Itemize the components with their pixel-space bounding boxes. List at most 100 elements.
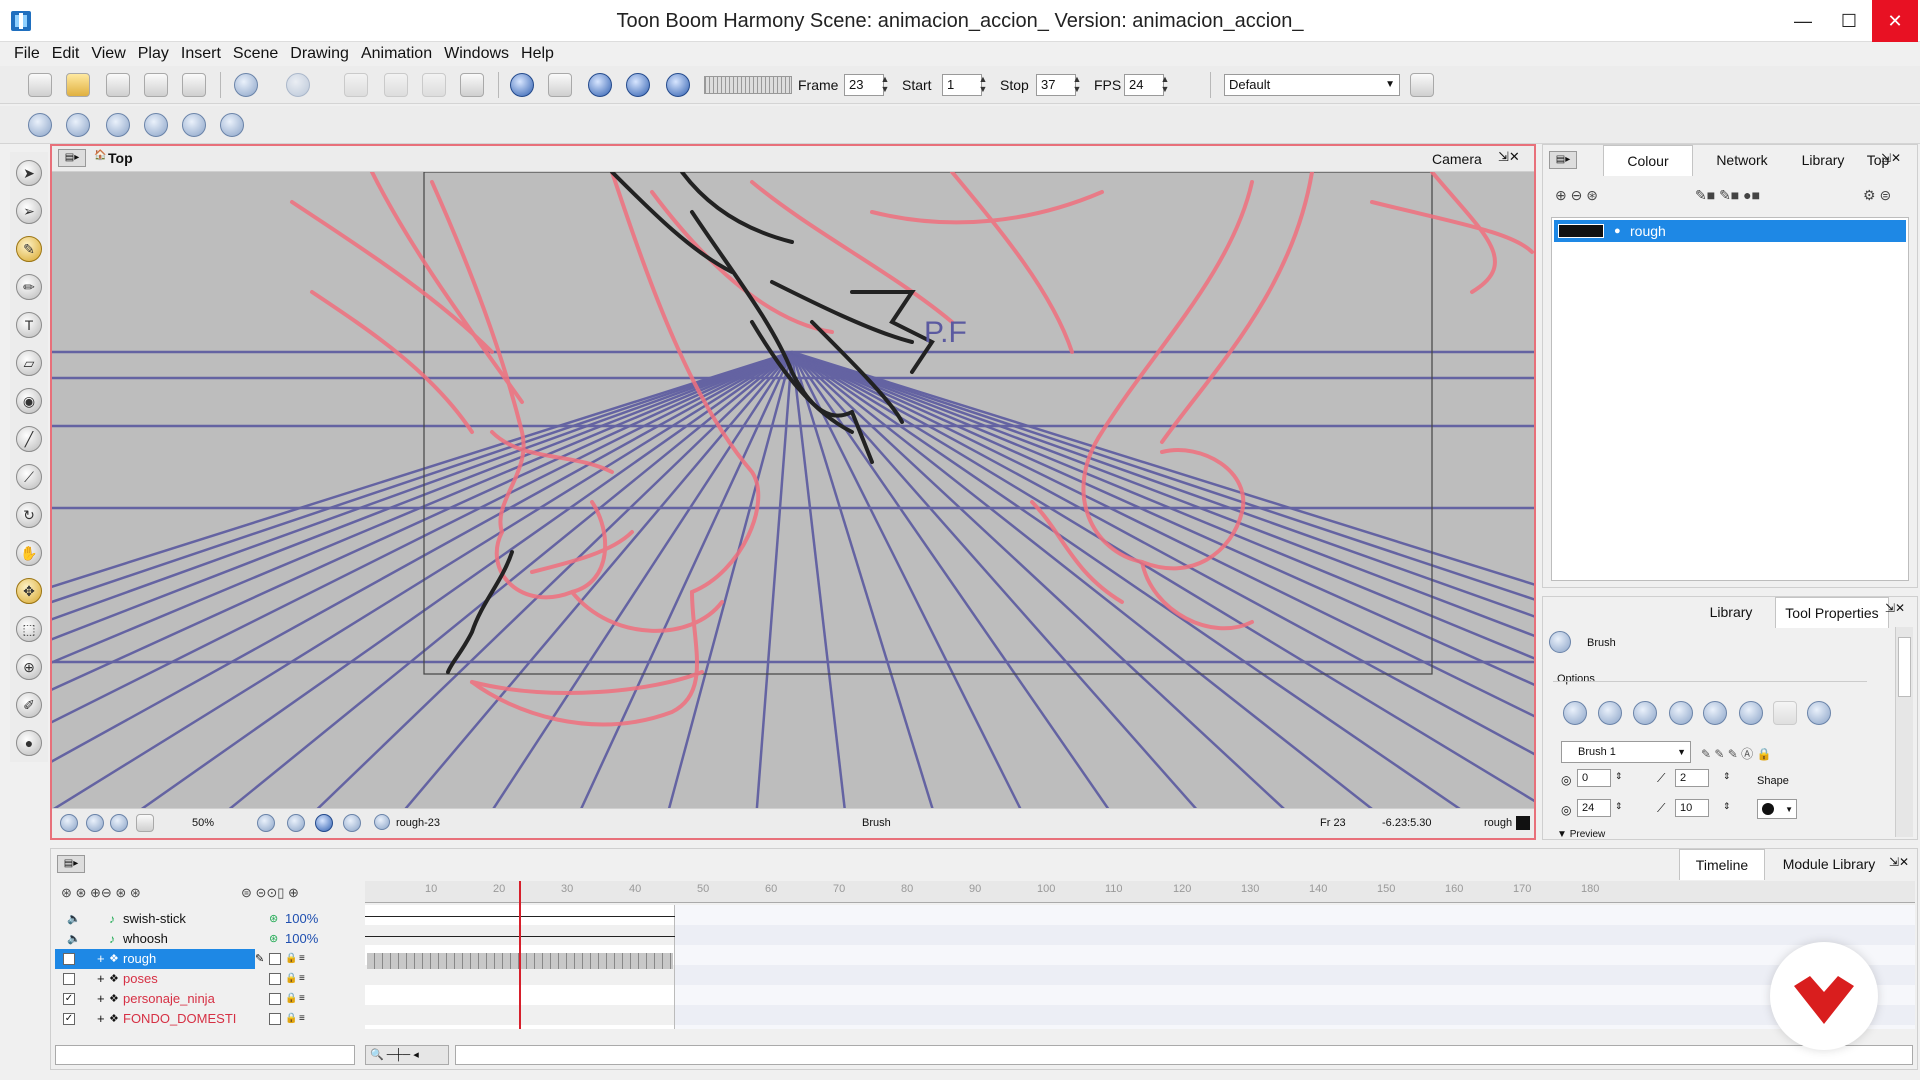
swatch-options-icon[interactable]: ⚙ ⊜: [1863, 187, 1891, 204]
close-button[interactable]: ✕: [1872, 0, 1918, 42]
onion-icon[interactable]: [287, 814, 305, 832]
pressure-icon[interactable]: [1633, 701, 1657, 725]
tab-network[interactable]: Network: [1699, 145, 1785, 175]
tab-tool-properties[interactable]: Tool Properties: [1775, 597, 1889, 628]
expand-icon[interactable]: +: [97, 969, 105, 989]
contour-editor-icon[interactable]: ➢: [16, 198, 42, 224]
no-brush-icon[interactable]: [1598, 701, 1622, 725]
menu-windows[interactable]: Windows: [438, 42, 515, 66]
pencil-tool-icon[interactable]: ✏: [16, 274, 42, 300]
render-icon[interactable]: [460, 73, 484, 97]
panel-menu-icon[interactable]: ▤▸: [57, 855, 85, 873]
mask-icon[interactable]: [60, 814, 78, 832]
shape-select[interactable]: ▼: [1757, 799, 1797, 819]
line-tool-icon[interactable]: ╱: [16, 426, 42, 452]
layer-scrollbar[interactable]: [55, 1045, 355, 1065]
undock-icon[interactable]: ⇲✕: [1885, 601, 1905, 615]
gear-icon[interactable]: [86, 814, 104, 832]
colour-icon[interactable]: ≡: [299, 969, 305, 989]
show-colour-icon[interactable]: [315, 814, 333, 832]
lock-icon[interactable]: 🔒: [285, 969, 297, 989]
zoom-level[interactable]: 50%: [192, 817, 214, 829]
brush-tool-icon[interactable]: ✎: [16, 236, 42, 262]
enable-checkbox[interactable]: [269, 953, 281, 965]
zoom-slider[interactable]: 🔍 ─┼─ ◂: [365, 1045, 449, 1065]
envelope-tool-icon[interactable]: ⬚: [16, 616, 42, 642]
reset-zoom-icon[interactable]: [257, 814, 275, 832]
pan-icon[interactable]: [28, 113, 52, 137]
save-icon[interactable]: [106, 73, 130, 97]
enable-checkbox[interactable]: [269, 1013, 281, 1025]
colour-gear-icon[interactable]: [110, 814, 128, 832]
max-size-stepper[interactable]: ⇕: [1615, 801, 1623, 812]
drawing-canvas[interactable]: P.F: [52, 172, 1534, 808]
enable-checkbox[interactable]: [269, 973, 281, 985]
rotate-view-icon[interactable]: [66, 113, 90, 137]
contour-field[interactable]: 10: [1675, 799, 1709, 817]
add-colour-icon[interactable]: ⊕ ⊖ ⊛: [1555, 187, 1598, 204]
expand-icon[interactable]: +: [97, 989, 105, 1009]
min-size-field[interactable]: 0: [1577, 769, 1611, 787]
fps-stepper[interactable]: ▲ ▼: [1158, 74, 1172, 96]
layer-poses[interactable]: + ❖ poses 🔒 ≡: [55, 969, 355, 989]
layer-volume[interactable]: 100%: [285, 929, 318, 949]
layer-tools-icon[interactable]: ⊛ ⊛ ⊕⊖ ⊛ ⊛: [61, 885, 141, 901]
menu-scene[interactable]: Scene: [227, 42, 284, 66]
menu-play[interactable]: Play: [132, 42, 175, 66]
copy-icon[interactable]: [384, 73, 408, 97]
save-as-icon[interactable]: [144, 73, 168, 97]
undo-icon[interactable]: [234, 73, 258, 97]
pivot-tool-icon[interactable]: ⊕: [16, 654, 42, 680]
colour-tools-icon[interactable]: ✎■ ✎■ ●■: [1695, 187, 1760, 204]
frame-icon[interactable]: [136, 814, 154, 832]
view-breadcrumb[interactable]: Top: [108, 150, 133, 166]
light-table-icon[interactable]: [220, 113, 244, 137]
colour-icon[interactable]: ≡: [299, 1009, 305, 1029]
sound-scrub-icon[interactable]: [666, 73, 690, 97]
onion-skin-icon[interactable]: [182, 113, 206, 137]
colour-icon[interactable]: ≡: [299, 989, 305, 1009]
expand-icon[interactable]: +: [97, 1009, 105, 1029]
draw-behind-icon[interactable]: [1669, 701, 1693, 725]
menu-file[interactable]: File: [8, 42, 46, 66]
text-tool-icon[interactable]: T: [16, 312, 42, 338]
paste-icon[interactable]: [422, 73, 446, 97]
smoothing-field[interactable]: 2: [1675, 769, 1709, 787]
play-icon[interactable]: [510, 73, 534, 97]
tab-colour[interactable]: Colour: [1603, 145, 1693, 176]
minimize-button[interactable]: —: [1780, 0, 1826, 42]
redo-icon[interactable]: [286, 73, 310, 97]
menu-edit[interactable]: Edit: [46, 42, 86, 66]
playhead[interactable]: [519, 881, 522, 1029]
playback-speed-slider[interactable]: [704, 76, 792, 94]
menu-drawing[interactable]: Drawing: [284, 42, 355, 66]
transform-tool-icon[interactable]: ✥: [16, 578, 42, 604]
layer-volume[interactable]: 100%: [285, 909, 318, 929]
menu-animation[interactable]: Animation: [355, 42, 438, 66]
play-scene-icon[interactable]: [548, 73, 572, 97]
layer-personaje-ninja[interactable]: ✓ + ❖ personaje_ninja 🔒 ≡: [55, 989, 355, 1009]
edit-gradient-icon[interactable]: ✐: [16, 692, 42, 718]
tab-timeline[interactable]: Timeline: [1679, 849, 1765, 880]
lock-icon[interactable]: 🔒: [285, 1009, 297, 1029]
brush-mode-icon[interactable]: [1563, 701, 1587, 725]
start-stepper[interactable]: ▲ ▼: [976, 74, 990, 96]
panel-menu-icon[interactable]: ▤▸: [1549, 151, 1577, 169]
layer-swish-stick[interactable]: 🔈 ♪ swish-stick ⊛ 100%: [55, 909, 355, 929]
new-icon[interactable]: [28, 73, 52, 97]
workspace-manager-icon[interactable]: [1410, 73, 1434, 97]
expand-icon[interactable]: +: [97, 949, 105, 969]
contour-stepper[interactable]: ⇕: [1723, 801, 1731, 812]
visibility-checkbox[interactable]: ✓: [63, 993, 75, 1005]
select-tool-icon[interactable]: ➤: [16, 160, 42, 186]
layer-options-icon[interactable]: ⊜ ⊝⊙▯ ⊕: [241, 885, 299, 901]
enable-checkbox[interactable]: [269, 993, 281, 1005]
tab-library[interactable]: Library: [1789, 145, 1857, 175]
menu-view[interactable]: View: [85, 42, 131, 66]
min-size-stepper[interactable]: ⇕: [1615, 771, 1623, 782]
pencil-icon[interactable]: ✎: [255, 949, 264, 969]
visibility-checkbox[interactable]: ✓: [63, 953, 75, 965]
visibility-checkbox[interactable]: ✓: [63, 1013, 75, 1025]
lock-icon[interactable]: 🔒: [285, 949, 297, 969]
preset-actions-icon[interactable]: ✎ ✎ ✎ Ⓐ 🔒: [1701, 745, 1771, 762]
